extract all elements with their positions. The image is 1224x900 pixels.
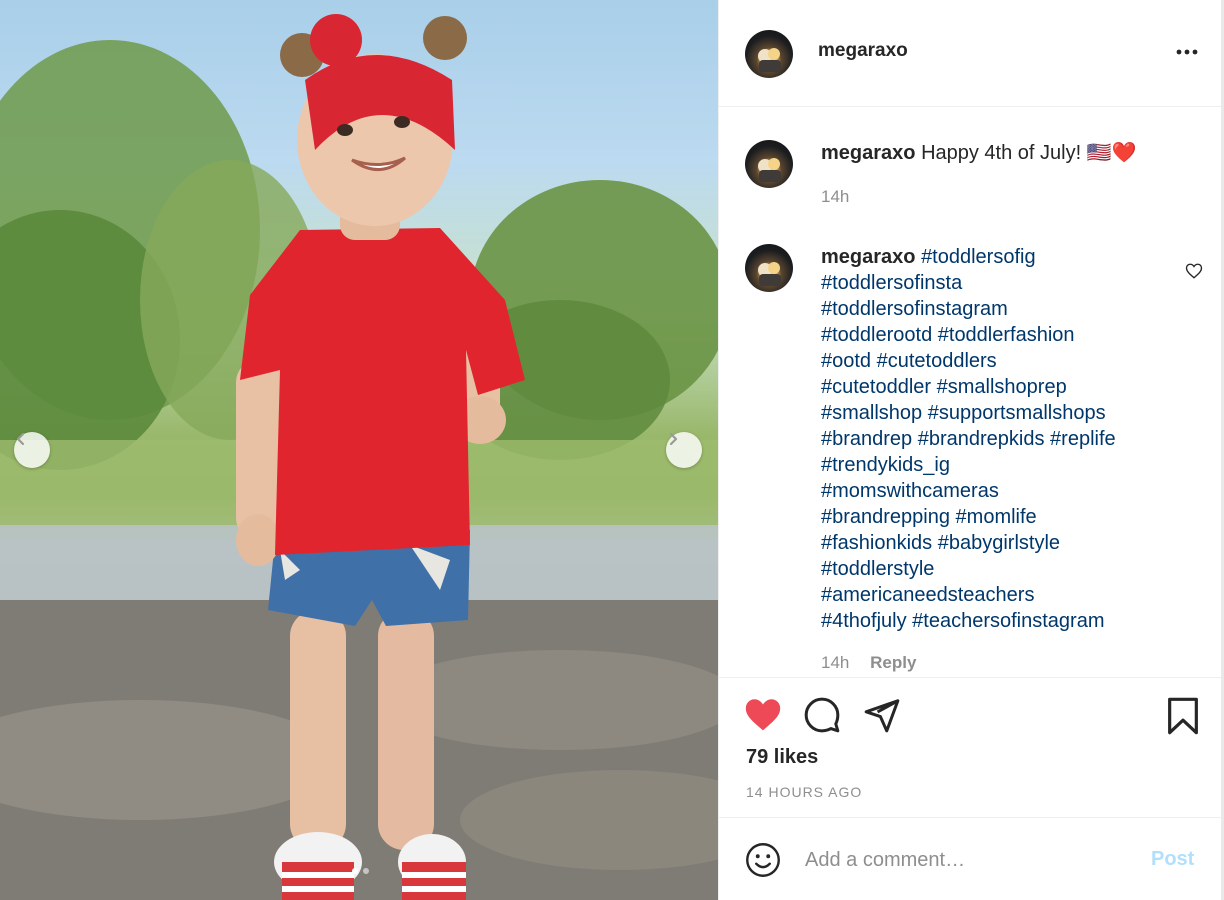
carousel-next-button[interactable] — [666, 432, 702, 468]
post-sidebar: megaraxo megaraxo Happy 4th of July! 🇺🇸❤… — [718, 0, 1222, 900]
more-icon[interactable] — [1175, 44, 1199, 60]
comment-meta: 14h Reply — [821, 653, 916, 673]
hashtag-line[interactable]: #smallshop #supportsmallshops — [821, 402, 1106, 424]
avatar[interactable] — [745, 30, 793, 78]
hashtag-line[interactable]: #4thofjuly #teachersofinstagram — [821, 610, 1105, 632]
add-comment-bar: Post — [719, 817, 1222, 900]
hashtag-line[interactable]: #toddlersofinstagram — [821, 298, 1008, 320]
post-username[interactable]: megaraxo — [818, 40, 908, 62]
hashtag-line[interactable]: #brandrep #brandrepkids #replife — [821, 428, 1116, 450]
photo-illustration — [0, 14, 718, 900]
comment-time[interactable]: 14h — [821, 653, 849, 672]
share-icon[interactable] — [863, 696, 901, 734]
post-timestamp[interactable]: 14 HOURS AGO — [746, 784, 862, 800]
comment-body: Happy 4th of July! 🇺🇸❤️ — [921, 142, 1137, 164]
hashtag-list: #toddlersofig #toddlersofinsta #toddlersof… — [821, 246, 1116, 632]
post-header: megaraxo — [719, 0, 1222, 107]
hashtag-line[interactable]: #toddlerstyle — [821, 558, 934, 580]
avatar[interactable] — [745, 244, 793, 292]
post-photo[interactable] — [0, 0, 718, 900]
avatar-photo — [758, 158, 781, 182]
hashtag-line[interactable]: #momswithcameras — [821, 480, 999, 502]
hashtag-line[interactable]: #fashionkids #babygirlstyle — [821, 532, 1060, 554]
comment-username[interactable]: megaraxo — [821, 142, 916, 164]
hashtag-line[interactable]: #trendykids_ig — [821, 454, 950, 476]
emoji-icon[interactable] — [745, 842, 781, 878]
avatar-photo — [758, 262, 781, 286]
comment-username[interactable]: megaraxo — [821, 246, 916, 268]
post-button[interactable]: Post — [1151, 848, 1194, 871]
comments-list[interactable]: megaraxo Happy 4th of July! 🇺🇸❤️ 14h meg… — [719, 108, 1222, 676]
comment-meta: 14h — [821, 187, 849, 207]
avatar-photo — [758, 48, 781, 72]
hashtag-line[interactable]: #ootd #cutetoddlers — [821, 350, 997, 372]
carousel-indicator — [352, 868, 369, 874]
likes-count[interactable]: 79 likes — [746, 746, 818, 769]
carousel-dot — [352, 868, 358, 874]
hashtag-line[interactable]: #brandrepping #momlife — [821, 506, 1037, 528]
comment-like-icon[interactable] — [1185, 262, 1203, 280]
hashtag-line[interactable]: #toddlerootd #toddlerfashion — [821, 324, 1075, 346]
carousel-prev-button[interactable] — [14, 432, 50, 468]
hashtag-line[interactable]: #toddlersofinsta — [821, 272, 962, 294]
hashtag-line[interactable]: #cutetoddler #smallshoprep — [821, 376, 1067, 398]
bookmark-icon[interactable] — [1165, 696, 1201, 736]
reply-button[interactable]: Reply — [870, 653, 916, 672]
comment-time[interactable]: 14h — [821, 187, 849, 206]
carousel-dot — [363, 868, 369, 874]
avatar[interactable] — [745, 140, 793, 188]
hashtag-line[interactable]: #americaneedsteachers — [821, 584, 1034, 606]
comment-text: megaraxo #toddlersofig #toddlersofinsta #t… — [821, 244, 1181, 634]
heart-icon[interactable] — [743, 696, 783, 732]
chevron-right-icon — [669, 432, 678, 446]
comment-text: megaraxo Happy 4th of July! 🇺🇸❤️ — [821, 140, 1181, 166]
comment-icon[interactable] — [803, 696, 841, 734]
post-actions: 79 likes 14 HOURS AGO — [719, 677, 1222, 817]
comment-input[interactable] — [805, 844, 1135, 876]
chevron-left-icon — [16, 432, 25, 446]
hashtag-line[interactable]: #toddlersofig — [921, 246, 1036, 268]
